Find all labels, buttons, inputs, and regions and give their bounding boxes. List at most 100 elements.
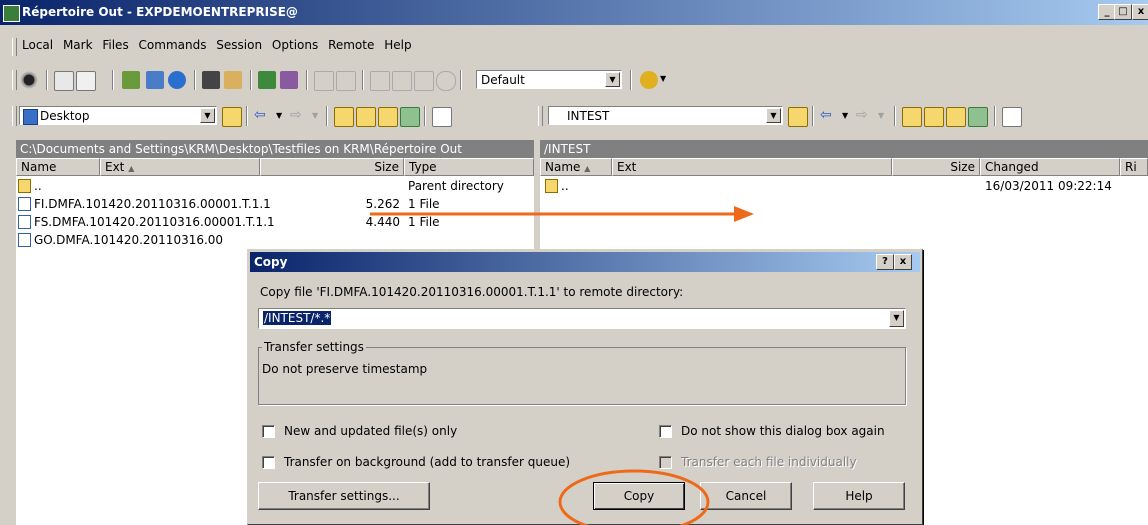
chevron-down-icon[interactable]: ▼ bbox=[605, 72, 620, 87]
column-changed-label: Changed bbox=[985, 160, 1039, 174]
transfer-preset-select[interactable]: Default ▼ bbox=[476, 70, 622, 89]
table-row[interactable]: GO.DMFA.101420.20110316.00 bbox=[18, 231, 248, 249]
separator bbox=[460, 70, 462, 90]
view-icon[interactable] bbox=[54, 71, 74, 91]
menu-local[interactable]: Local bbox=[19, 36, 56, 54]
queue-icon[interactable] bbox=[76, 71, 96, 91]
dont-show-label[interactable]: Do not show this dialog box again bbox=[681, 424, 885, 438]
file-name: .. bbox=[34, 179, 42, 193]
column-name[interactable]: Name bbox=[16, 158, 100, 176]
root-directory-icon[interactable] bbox=[356, 107, 376, 127]
separator bbox=[306, 70, 308, 90]
column-ext[interactable]: Ext ▲ bbox=[100, 158, 260, 176]
separator bbox=[424, 106, 426, 126]
transfer-settings-group-title: Transfer settings bbox=[262, 340, 366, 354]
open-folder-icon[interactable] bbox=[788, 107, 808, 127]
filter-icon bbox=[370, 71, 390, 91]
clear-icon bbox=[414, 71, 434, 91]
background-transfer-label[interactable]: Transfer on background (add to transfer … bbox=[284, 455, 570, 469]
toolbar-grip bbox=[12, 70, 17, 90]
back-arrow-icon[interactable]: ⇦ bbox=[820, 107, 832, 123]
transfer-settings-summary: Do not preserve timestamp bbox=[262, 362, 428, 376]
back-arrow-icon[interactable]: ⇦ bbox=[254, 107, 266, 123]
help-question-button[interactable]: ? bbox=[876, 254, 894, 270]
column-type-label: Type bbox=[409, 160, 437, 174]
menu-commands[interactable]: Commands bbox=[136, 36, 210, 54]
table-row[interactable]: .. Parent directory bbox=[18, 177, 518, 195]
right-path-bar: /INTEST bbox=[540, 140, 1148, 158]
annotation-highlight-ellipse bbox=[558, 469, 710, 525]
refresh-icon[interactable] bbox=[968, 107, 988, 127]
menu-remote[interactable]: Remote bbox=[325, 36, 377, 54]
transfer-settings-group bbox=[258, 347, 906, 405]
root-directory-icon[interactable] bbox=[924, 107, 944, 127]
dont-show-checkbox[interactable] bbox=[659, 425, 672, 438]
transfer-settings-icon[interactable] bbox=[640, 71, 658, 89]
target-directory-value[interactable]: /INTEST/*.* bbox=[263, 311, 332, 325]
console-icon[interactable] bbox=[202, 71, 220, 89]
column-size[interactable]: Size bbox=[892, 158, 980, 176]
file-changed: 16/03/2011 09:22:14 bbox=[985, 179, 1112, 193]
window-title: Répertoire Out - EXPDEMOENTREPRISE@ bbox=[22, 5, 298, 19]
column-size-label: Size bbox=[950, 160, 975, 174]
forward-arrow-icon: ⇨ bbox=[856, 107, 868, 123]
tree-icon[interactable] bbox=[432, 107, 452, 127]
table-row[interactable]: .. 16/03/2011 09:22:14 bbox=[545, 177, 1145, 195]
column-size[interactable]: Size bbox=[260, 158, 404, 176]
menu-mark[interactable]: Mark bbox=[60, 36, 96, 54]
new-updated-checkbox[interactable] bbox=[262, 425, 275, 438]
tree-icon[interactable] bbox=[1002, 107, 1022, 127]
target-directory-combo[interactable]: /INTEST/*.* ▼ bbox=[258, 308, 906, 329]
home-directory-icon[interactable] bbox=[946, 107, 966, 127]
synchronize-icon[interactable] bbox=[146, 71, 164, 89]
putty-icon[interactable] bbox=[224, 71, 242, 89]
preferences-gear-icon[interactable] bbox=[20, 71, 38, 89]
menu-files[interactable]: Files bbox=[99, 36, 131, 54]
column-name[interactable]: Name ▲ bbox=[540, 158, 612, 176]
menu-options[interactable]: Options bbox=[269, 36, 321, 54]
transfer-settings-button[interactable]: Transfer settings... bbox=[258, 482, 430, 510]
separator bbox=[894, 106, 896, 126]
cancel-button[interactable]: Cancel bbox=[700, 482, 792, 510]
main-toolbar: Default ▼ ▼ bbox=[0, 68, 1148, 92]
column-ext[interactable]: Ext bbox=[612, 158, 892, 176]
separator bbox=[112, 70, 114, 90]
column-name-label: Name bbox=[21, 160, 57, 174]
refresh-icon[interactable] bbox=[168, 71, 186, 89]
background-transfer-checkbox[interactable] bbox=[262, 456, 275, 469]
chevron-down-icon[interactable]: ▼ bbox=[200, 108, 215, 123]
chevron-down-icon: ▼ bbox=[878, 111, 885, 120]
chevron-down-icon[interactable]: ▼ bbox=[889, 310, 904, 327]
column-changed[interactable]: Changed bbox=[980, 158, 1120, 176]
select-files-icon[interactable] bbox=[258, 71, 276, 89]
parent-folder-icon bbox=[545, 179, 558, 193]
compare-directories-icon[interactable] bbox=[122, 71, 140, 89]
parent-directory-icon[interactable] bbox=[334, 107, 354, 127]
dialog-close-button[interactable]: x bbox=[894, 254, 912, 270]
chevron-down-icon[interactable]: ▼ bbox=[660, 74, 666, 83]
chevron-down-icon[interactable]: ▼ bbox=[842, 111, 848, 120]
column-rights[interactable]: Ri bbox=[1120, 158, 1148, 176]
folder-icon bbox=[552, 109, 565, 123]
help-button[interactable]: Help bbox=[813, 482, 905, 510]
home-directory-icon[interactable] bbox=[378, 107, 398, 127]
new-updated-label[interactable]: New and updated file(s) only bbox=[284, 424, 457, 438]
separator bbox=[994, 106, 996, 126]
file-name: FS.DMFA.101420.20110316.00001.T.1.1 bbox=[34, 215, 275, 229]
left-location-value: Desktop bbox=[40, 109, 90, 123]
menu-session[interactable]: Session bbox=[213, 36, 265, 54]
right-location-select[interactable]: INTEST ▼ bbox=[548, 106, 783, 125]
menu-help[interactable]: Help bbox=[381, 36, 414, 54]
chevron-down-icon: ▼ bbox=[312, 111, 319, 120]
column-type[interactable]: Type bbox=[404, 158, 534, 176]
document-icon bbox=[18, 233, 31, 247]
find-files-icon[interactable] bbox=[280, 71, 298, 89]
refresh-icon[interactable] bbox=[400, 107, 420, 127]
chevron-down-icon[interactable]: ▼ bbox=[766, 108, 781, 123]
maximize-button[interactable]: □ bbox=[1114, 4, 1132, 20]
open-folder-icon[interactable] bbox=[222, 107, 242, 127]
parent-directory-icon[interactable] bbox=[902, 107, 922, 127]
chevron-down-icon[interactable]: ▼ bbox=[276, 111, 282, 120]
left-location-select[interactable]: Desktop ▼ bbox=[19, 106, 217, 125]
close-button[interactable]: x bbox=[1132, 4, 1148, 20]
